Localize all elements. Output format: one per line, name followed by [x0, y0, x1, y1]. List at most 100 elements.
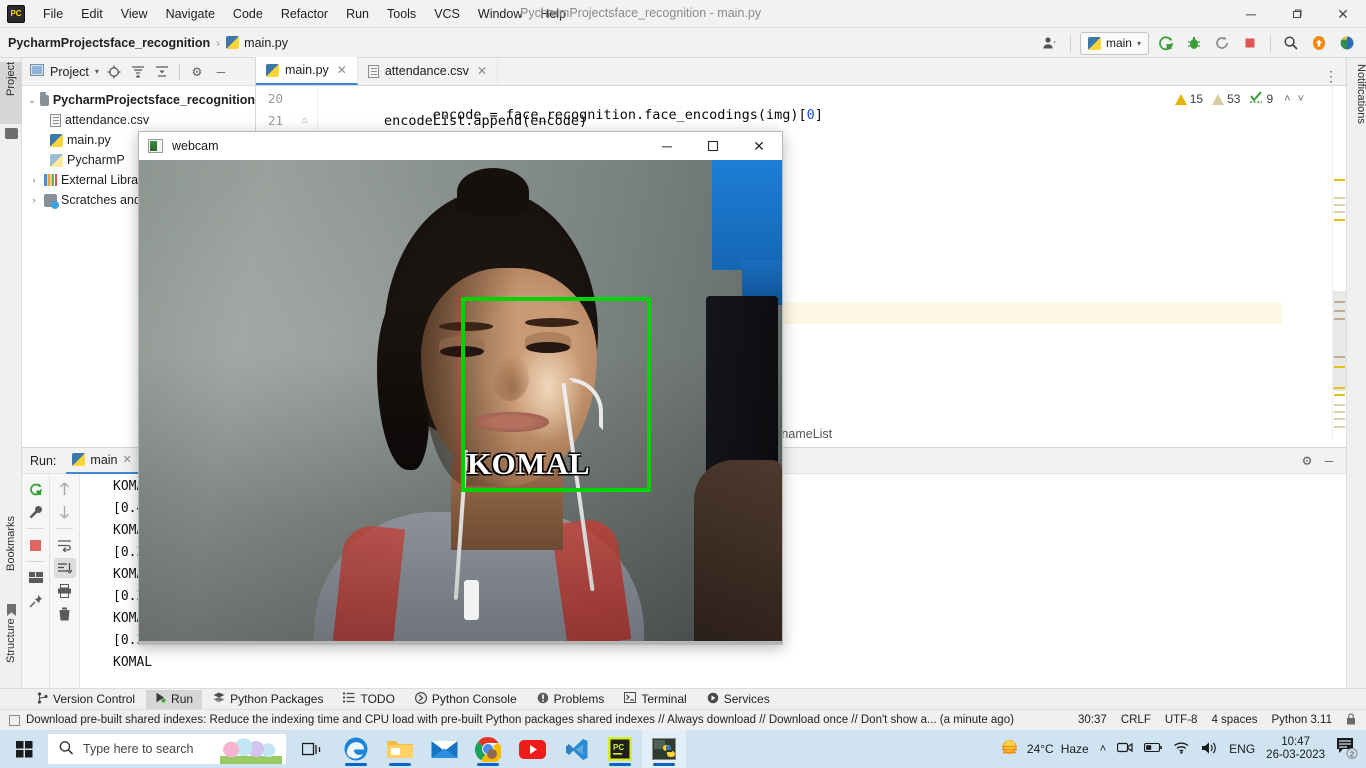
- chevron-down-icon[interactable]: ▾: [95, 67, 99, 76]
- status-message[interactable]: Download pre-built shared indexes: Reduc…: [0, 714, 1014, 726]
- code-fold-icon[interactable]: ⌂: [302, 115, 308, 126]
- menu-tools[interactable]: Tools: [378, 4, 425, 24]
- gear-icon[interactable]: ⚙: [188, 63, 206, 81]
- status-indicator-icon[interactable]: [9, 715, 20, 726]
- breadcrumb-file[interactable]: main.py: [226, 36, 288, 50]
- stop-icon[interactable]: [1239, 32, 1261, 54]
- layout-icon[interactable]: [25, 568, 47, 588]
- tab-main-py[interactable]: main.py ✕: [256, 57, 358, 85]
- tree-item-root[interactable]: ⌄ PycharmProjectsface_recognition: [22, 90, 255, 110]
- taskbar-app-vscode[interactable]: [554, 730, 598, 768]
- debug-icon[interactable]: [1183, 32, 1205, 54]
- tool-window-python-console[interactable]: Python Console: [406, 690, 526, 709]
- search-icon[interactable]: [1280, 32, 1302, 54]
- wifi-icon[interactable]: [1173, 741, 1190, 757]
- next-problem-icon[interactable]: ˅: [1296, 93, 1306, 105]
- window-close-button[interactable]: ✕: [1320, 0, 1366, 28]
- account-icon[interactable]: [1039, 32, 1061, 54]
- chevron-down-icon[interactable]: ⌄: [28, 95, 36, 106]
- tray-expand-icon[interactable]: ˄: [1100, 743, 1106, 755]
- weather-widget[interactable]: 24°C Haze: [999, 738, 1089, 760]
- meet-now-icon[interactable]: [1117, 741, 1133, 757]
- pin-icon[interactable]: [25, 591, 47, 611]
- line-separator[interactable]: CRLF: [1121, 714, 1151, 726]
- menu-edit[interactable]: Edit: [72, 4, 112, 24]
- more-options-icon[interactable]: ⋮: [1324, 68, 1338, 85]
- task-view-button[interactable]: [290, 730, 334, 768]
- run-configuration-selector[interactable]: main ▾: [1079, 31, 1149, 55]
- caret-position[interactable]: 30:37: [1078, 714, 1107, 726]
- rerun-icon[interactable]: [25, 479, 47, 499]
- menu-code[interactable]: Code: [224, 4, 272, 24]
- search-input[interactable]: Type here to search: [48, 734, 286, 764]
- prev-problem-icon[interactable]: ˄: [1282, 93, 1292, 105]
- battery-icon[interactable]: [1144, 742, 1162, 756]
- taskbar-app-edge[interactable]: [334, 730, 378, 768]
- file-encoding[interactable]: UTF-8: [1165, 714, 1198, 726]
- soft-wrap-icon[interactable]: [54, 535, 76, 555]
- updates-available-icon[interactable]: [1308, 32, 1330, 54]
- taskbar-app-file-explorer[interactable]: [378, 730, 422, 768]
- tool-window-version-control[interactable]: Version Control: [28, 690, 144, 709]
- close-icon[interactable]: ✕: [477, 64, 487, 78]
- volume-icon[interactable]: [1201, 741, 1218, 758]
- menu-run[interactable]: Run: [337, 4, 378, 24]
- project-folder-icon[interactable]: [5, 128, 18, 139]
- scroll-down-icon[interactable]: [54, 502, 76, 522]
- inspection-widget[interactable]: 15 53 9 ˄ ˅: [1174, 91, 1306, 107]
- notification-center-button[interactable]: 2: [1336, 737, 1358, 761]
- sidebar-item-project[interactable]: Project: [0, 62, 22, 124]
- tool-window-services[interactable]: Services: [698, 690, 779, 709]
- taskbar-app-mail[interactable]: [422, 730, 466, 768]
- taskbar-app-pycharm[interactable]: PC: [598, 730, 642, 768]
- locate-file-icon[interactable]: [105, 63, 123, 81]
- window-restore-button[interactable]: [1274, 0, 1320, 28]
- tool-window-problems[interactable]: Problems: [528, 690, 614, 709]
- close-icon[interactable]: ✕: [123, 453, 132, 466]
- taskbar-app-youtube[interactable]: [510, 730, 554, 768]
- hide-panel-icon[interactable]: ─: [212, 63, 230, 81]
- run-tab-main[interactable]: main ✕: [66, 448, 138, 474]
- menu-navigate[interactable]: Navigate: [157, 4, 224, 24]
- collapse-all-icon[interactable]: [153, 63, 171, 81]
- scrollbar-thumb[interactable]: [1333, 291, 1346, 391]
- taskbar-clock[interactable]: 10:47 26-03-2023: [1266, 736, 1325, 762]
- coverage-icon[interactable]: [1211, 32, 1233, 54]
- window-minimize-button[interactable]: ─: [1228, 0, 1274, 28]
- indent-setting[interactable]: 4 spaces: [1211, 714, 1257, 726]
- menu-file[interactable]: File: [34, 4, 72, 24]
- webcam-minimize-button[interactable]: ─: [644, 132, 690, 160]
- webcam-maximize-button[interactable]: [690, 132, 736, 160]
- run-icon[interactable]: [1155, 32, 1177, 54]
- webcam-title-bar[interactable]: webcam ─ ✕: [139, 132, 782, 160]
- clear-all-icon[interactable]: [54, 604, 76, 624]
- webcam-window[interactable]: webcam ─ ✕ KOMAL: [138, 131, 783, 645]
- tab-attendance-csv[interactable]: attendance.csv ✕: [358, 57, 498, 85]
- breadcrumb-project[interactable]: PycharmProjectsface_recognition: [0, 36, 210, 50]
- tool-window-todo[interactable]: TODO: [334, 690, 403, 709]
- sidebar-item-structure[interactable]: Structure: [0, 618, 22, 698]
- ide-globe-icon[interactable]: [1336, 32, 1358, 54]
- scroll-to-end-icon[interactable]: [53, 558, 76, 578]
- start-button[interactable]: [0, 730, 48, 768]
- taskbar-app-chrome[interactable]: [466, 730, 510, 768]
- sidebar-item-bookmarks[interactable]: Bookmarks: [0, 516, 22, 604]
- stop-icon[interactable]: [25, 535, 47, 555]
- menu-refactor[interactable]: Refactor: [272, 4, 337, 24]
- chevron-right-icon[interactable]: ›: [28, 175, 40, 185]
- settings-wrench-icon[interactable]: [25, 502, 47, 522]
- menu-view[interactable]: View: [112, 4, 157, 24]
- tree-item-attendance-csv[interactable]: attendance.csv: [22, 110, 255, 130]
- sidebar-item-notifications[interactable]: Notifications: [1347, 64, 1366, 124]
- tool-window-python-packages[interactable]: Python Packages: [204, 690, 332, 709]
- webcam-close-button[interactable]: ✕: [736, 132, 782, 160]
- hide-panel-icon[interactable]: ─: [1320, 452, 1338, 470]
- close-icon[interactable]: ✕: [337, 63, 347, 77]
- expand-all-icon[interactable]: [129, 63, 147, 81]
- print-icon[interactable]: [54, 581, 76, 601]
- language-indicator[interactable]: ENG: [1229, 742, 1255, 756]
- tool-window-run[interactable]: Run: [146, 689, 203, 709]
- gear-icon[interactable]: ⚙: [1298, 452, 1316, 470]
- menu-vcs[interactable]: VCS: [425, 4, 469, 24]
- taskbar-app-python-window[interactable]: [642, 730, 686, 768]
